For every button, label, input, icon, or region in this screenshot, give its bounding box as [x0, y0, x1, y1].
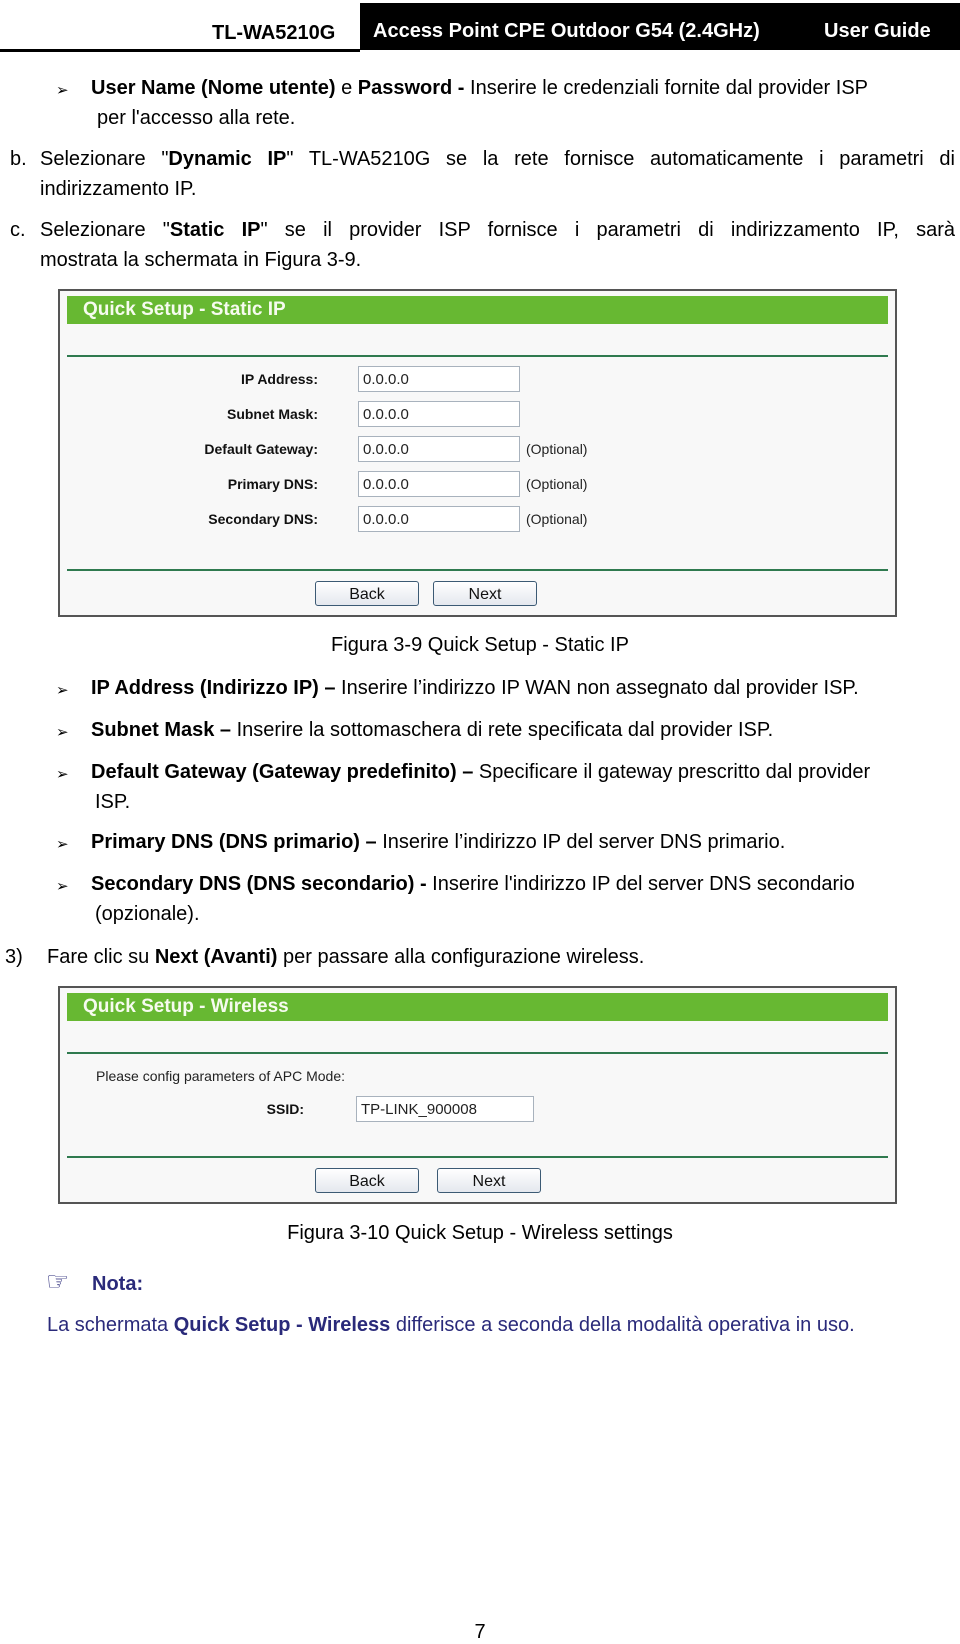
desc-default-gateway: Default Gateway (Gateway predefinito) – … [91, 760, 870, 784]
figure-static-ip: Quick Setup - Static IP IP Address: Subn… [58, 289, 897, 617]
primary-dns-input[interactable] [358, 471, 520, 497]
divider [67, 1156, 888, 1158]
ssid-input[interactable] [356, 1096, 534, 1122]
subnet-mask-input[interactable] [358, 401, 520, 427]
bullet-icon: ➢ [56, 766, 69, 783]
ip-address-label: IP Address: [240, 371, 318, 387]
text: Fare clic su [47, 946, 155, 968]
bullet-user-password: User Name (Nome utente) e Password - Ins… [91, 76, 951, 100]
text: Inserire l'indirizzo IP del server DNS s… [426, 873, 855, 895]
text: " se il provider ISP fornisce i parametr… [260, 219, 955, 241]
item-marker: b. [10, 148, 27, 170]
divider [67, 355, 888, 357]
next-button[interactable]: Next [437, 1168, 541, 1193]
divider [67, 1052, 888, 1054]
panel-title-bar: Quick Setup - Static IP [67, 296, 888, 324]
item-c-cont: mostrata la schermata in Figura 3-9. [40, 249, 362, 271]
text: La schermata [47, 1314, 174, 1336]
text: Inserire le credenziali fornite dal prov… [464, 77, 868, 99]
header-model: TL-WA5210G [212, 22, 336, 44]
text: Selezionare " [40, 148, 169, 170]
desc-subnet-mask: Subnet Mask – Inserire la sottomaschera … [91, 718, 773, 742]
secondary-dns-label: Secondary DNS: [208, 511, 318, 527]
item-b-cont: indirizzamento IP. [40, 178, 197, 200]
primary-dns-label: Primary DNS: [227, 476, 318, 492]
term: Secondary DNS (DNS secondario) - [91, 873, 427, 895]
panel-title: Quick Setup - Wireless [83, 996, 289, 1017]
note-text: La schermata Quick Setup - Wireless diff… [47, 1313, 855, 1337]
text: per passare alla configurazione wireless… [277, 946, 645, 968]
ip-address-input[interactable] [358, 366, 520, 392]
subnet-mask-label: Subnet Mask: [226, 406, 318, 422]
term: Next (Avanti) [154, 946, 278, 968]
bullet-icon: ➢ [56, 878, 69, 895]
term: Quick Setup - Wireless [173, 1314, 391, 1336]
term: Default Gateway (Gateway predefinito) – [91, 761, 474, 783]
panel-title: Quick Setup - Static IP [83, 299, 286, 320]
page-number: 7 [474, 1621, 486, 1643]
bullet-icon: ➢ [56, 682, 69, 699]
next-button[interactable]: Next [433, 581, 537, 606]
desc-default-gateway-cont: ISP. [95, 791, 131, 813]
term: Static IP [169, 219, 261, 241]
optional-label: (Optional) [526, 441, 588, 457]
divider [67, 569, 888, 571]
header-guide: User Guide [824, 20, 931, 42]
desc-ip-address: IP Address (Indirizzo IP) – Inserire l’i… [91, 676, 859, 700]
header-rule [0, 49, 360, 52]
term: User Name (Nome utente) [91, 77, 336, 99]
desc-primary-dns: Primary DNS (DNS primario) – Inserire l’… [91, 830, 785, 854]
text: Inserire la sottomaschera di rete specif… [231, 719, 774, 741]
term: Dynamic IP [168, 148, 287, 170]
text: e [335, 77, 358, 99]
text: Specificare il gateway prescritto dal pr… [473, 761, 871, 783]
secondary-dns-input[interactable] [358, 506, 520, 532]
bullet-icon: ➢ [56, 82, 69, 99]
text: Inserire l’indirizzo IP WAN non assegnat… [335, 677, 859, 699]
back-button[interactable]: Back [315, 581, 419, 606]
mode-intro-text: Please config parameters of APC Mode: [96, 1068, 346, 1084]
default-gateway-label: Default Gateway: [204, 441, 318, 457]
figure-caption: Figura 3-10 Quick Setup - Wireless setti… [287, 1222, 673, 1244]
bullet-user-cont: per l'accesso alla rete. [97, 107, 296, 129]
term: Subnet Mask – [91, 719, 232, 741]
header-title: Access Point CPE Outdoor G54 (2.4GHz) [373, 20, 760, 42]
term: IP Address (Indirizzo IP) – [91, 677, 336, 699]
text: differisce a seconda della modalità oper… [390, 1314, 855, 1336]
item-c: Selezionare "Static IP" se il provider I… [40, 218, 955, 242]
optional-label: (Optional) [526, 511, 588, 527]
step-3: Fare clic su Next (Avanti) per passare a… [47, 945, 644, 969]
panel-title-bar: Quick Setup - Wireless [67, 993, 888, 1021]
back-button[interactable]: Back [315, 1168, 419, 1193]
desc-secondary-dns: Secondary DNS (DNS secondario) - Inserir… [91, 872, 855, 896]
text: Selezionare " [40, 219, 170, 241]
text: " TL-WA5210G se la rete fornisce automat… [286, 148, 955, 170]
bullet-icon: ➢ [56, 724, 69, 741]
note-title: Nota: [92, 1273, 144, 1295]
desc-secondary-dns-cont: (opzionale). [95, 903, 200, 925]
text: Inserire l’indirizzo IP del server DNS p… [376, 831, 786, 853]
item-b: Selezionare "Dynamic IP" TL-WA5210G se l… [40, 147, 955, 171]
ssid-label: SSID: [266, 1101, 304, 1117]
figure-wireless: Quick Setup - Wireless Please config par… [58, 986, 897, 1204]
term: Password - [357, 77, 465, 99]
pointing-hand-icon: ☞ [46, 1266, 70, 1296]
item-marker: c. [10, 219, 26, 241]
bullet-icon: ➢ [56, 836, 69, 853]
optional-label: (Optional) [526, 476, 588, 492]
step-marker: 3) [5, 946, 23, 968]
figure-caption: Figura 3-9 Quick Setup - Static IP [331, 634, 629, 656]
term: Primary DNS (DNS primario) – [91, 831, 377, 853]
default-gateway-input[interactable] [358, 436, 520, 462]
